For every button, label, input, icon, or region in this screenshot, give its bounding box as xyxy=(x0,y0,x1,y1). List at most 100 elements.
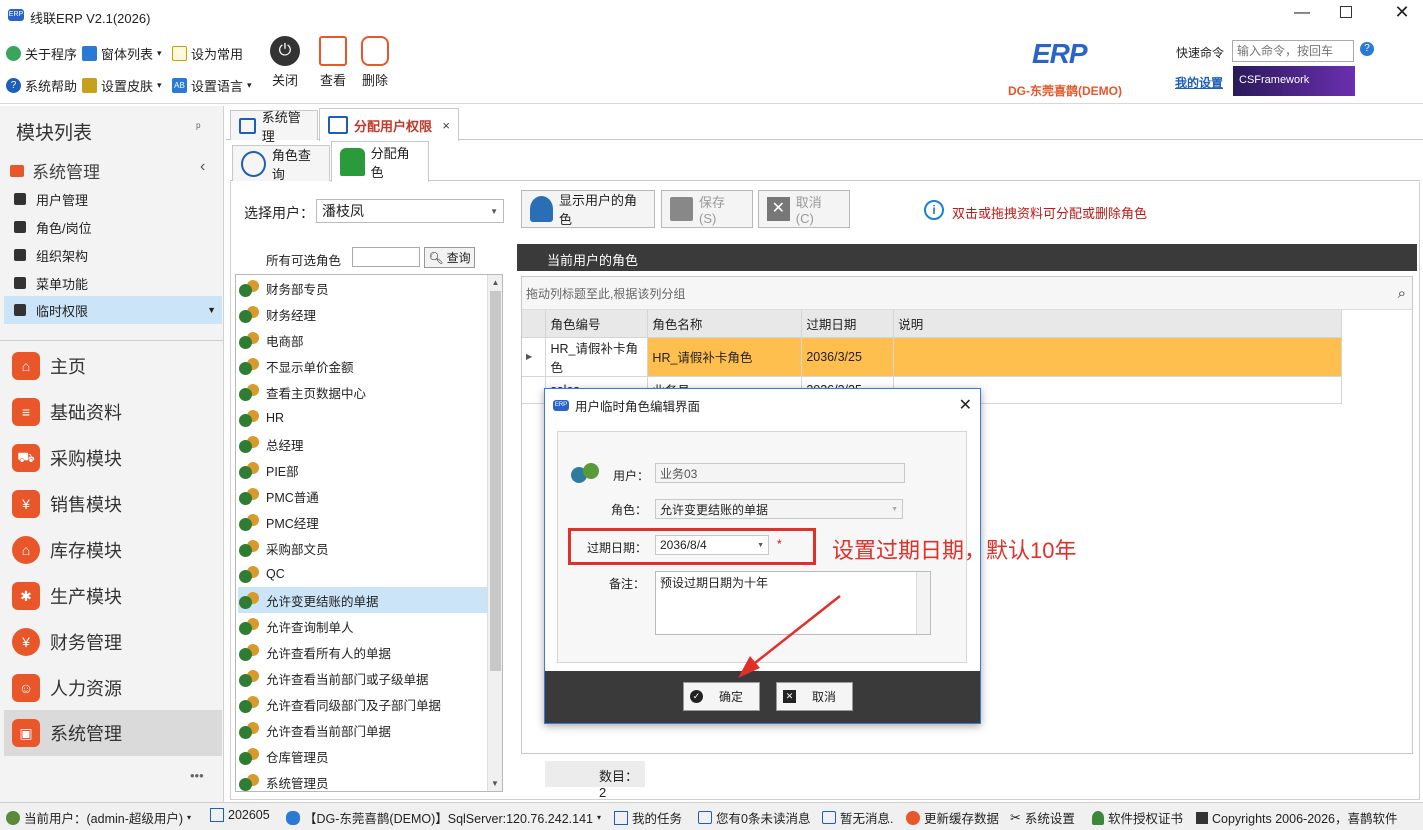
role-list-item[interactable]: HR xyxy=(238,405,488,431)
role-search-icon xyxy=(241,150,266,177)
role-list-item[interactable]: PIE部 xyxy=(238,457,488,483)
status-tasks[interactable]: 我的任务 xyxy=(614,808,682,827)
menu-item-org[interactable]: 组织架构 xyxy=(10,242,220,268)
role-search-input[interactable] xyxy=(352,247,420,267)
module-home[interactable]: ⌂ 主页 xyxy=(12,346,222,386)
available-roles-list[interactable]: 财务部专员 财务经理 电商部 不显示单价金额 查看主页数据中心 HR 总经理 PIE部 PMC普… xyxy=(235,274,503,792)
close-window-icon[interactable]: ✕ xyxy=(1390,2,1414,26)
role-list-item[interactable]: 不显示单价金额 xyxy=(238,353,488,379)
menu-item-menu-function[interactable]: 菜单功能 xyxy=(10,270,220,296)
role-list-item[interactable]: 采购部文员 xyxy=(238,535,488,561)
status-refresh[interactable]: 更新缓存数据 xyxy=(906,808,999,827)
show-user-roles-button[interactable]: 显示用户的角色 xyxy=(521,190,655,228)
role-list-item[interactable]: 允许查看同级部门及子部门单据 xyxy=(238,691,488,717)
module-system[interactable]: ▣ 系统管理 xyxy=(4,710,222,756)
dialog-cancel-button[interactable]: ✕ 取消 xyxy=(776,682,853,711)
role-field[interactable]: 允许变更结账的单据 ▼ xyxy=(655,499,903,519)
note-scrollbar[interactable] xyxy=(916,572,930,634)
help-circle-icon[interactable]: ? xyxy=(1360,42,1374,56)
pin-icon[interactable]: ᵖ xyxy=(196,120,201,134)
framework-banner[interactable]: CSFramework xyxy=(1233,66,1355,96)
current-roles-header: 当前用户的角色 xyxy=(517,244,1417,271)
role-list-item[interactable]: 查看主页数据中心 xyxy=(238,379,488,405)
cancel-button[interactable]: ✕ 取消 (C) xyxy=(758,190,850,228)
cell-note[interactable] xyxy=(893,337,1342,377)
role-list-item[interactable]: PMC普通 xyxy=(238,483,488,509)
module-hr[interactable]: ☺ 人力资源 xyxy=(12,668,222,708)
collapse-chevron-icon[interactable]: ‹ xyxy=(200,158,205,176)
user-field[interactable]: 业务03 xyxy=(655,463,905,483)
list-scrollbar[interactable]: ▲ ▼ xyxy=(487,275,502,791)
role-list-item[interactable]: 仓库管理员 xyxy=(238,743,488,769)
role-users-icon xyxy=(238,382,260,402)
set-common-button[interactable]: 设为常用 xyxy=(172,44,243,63)
skin-button[interactable]: 设置皮肤 ▾ xyxy=(82,76,162,95)
status-license[interactable]: 软件授权证书 xyxy=(1092,808,1183,827)
language-button[interactable]: AB 设置语言 ▾ xyxy=(172,76,252,95)
table-row[interactable]: ▶ HR_请假补卡角色 HR_请假补卡角色 2036/3/25 xyxy=(522,337,1342,377)
module-production[interactable]: ✱ 生产模块 xyxy=(12,576,222,616)
column-header[interactable]: 说明 xyxy=(893,310,1342,338)
role-list-item[interactable]: 允许变更结账的单据 xyxy=(238,587,488,613)
cell-code[interactable]: HR_请假补卡角色 xyxy=(545,337,649,377)
view-button[interactable]: 查看 xyxy=(316,36,350,89)
tab-system-management[interactable]: 系统管理 xyxy=(230,110,318,144)
dialog-close-icon[interactable]: ✕ xyxy=(959,395,972,415)
module-finance[interactable]: ¥ 财务管理 xyxy=(12,622,222,662)
about-button[interactable]: 关于程序 xyxy=(6,44,77,63)
tab-assign-permission[interactable]: 分配用户权限 × xyxy=(319,108,459,141)
role-list-item[interactable]: PMC经理 xyxy=(238,509,488,535)
group-panel[interactable]: 拖动列标题至此,根据该列分组 ⌕ xyxy=(522,277,1412,310)
section-system-management[interactable]: 系统管理 xyxy=(10,158,100,183)
role-list-item[interactable]: 允许查看当前部门单据 xyxy=(238,717,488,743)
role-list-item[interactable]: 财务经理 xyxy=(238,301,488,327)
role-list-item[interactable]: 总经理 xyxy=(238,431,488,457)
menu-item-temp-permission[interactable]: 临时权限 ▼ xyxy=(4,296,222,324)
column-header[interactable]: 过期日期 xyxy=(801,310,895,338)
status-period[interactable]: 202605 xyxy=(210,808,270,822)
check-icon: ✓ xyxy=(690,690,703,703)
status-user[interactable]: 当前用户：(admin-超级用户) ▾ xyxy=(6,808,191,827)
quick-cmd-input[interactable] xyxy=(1232,40,1354,62)
menu-item-roles[interactable]: 角色/岗位 xyxy=(10,214,220,240)
cell-date[interactable]: 2036/3/25 xyxy=(801,337,895,377)
cube-icon xyxy=(14,277,26,289)
status-unread[interactable]: 您有0条未读消息 xyxy=(698,808,810,827)
module-basic-data[interactable]: ≡ 基础资料 xyxy=(12,392,222,432)
column-header[interactable]: 角色编号 xyxy=(545,310,649,338)
my-settings-link[interactable]: 我的设置 xyxy=(1175,74,1223,91)
close-tab-icon[interactable]: × xyxy=(442,118,450,133)
role-list-item[interactable]: 系统管理员 xyxy=(238,769,488,791)
role-list-item[interactable]: 允许查看所有人的单据 xyxy=(238,639,488,665)
grid-search-icon[interactable]: ⌕ xyxy=(1398,285,1406,302)
module-purchase[interactable]: ⛟ 采购模块 xyxy=(12,438,222,478)
select-user-dropdown[interactable]: 潘枝凤 ▼ xyxy=(316,199,504,223)
role-list-item[interactable]: 电商部 xyxy=(238,327,488,353)
module-inventory[interactable]: ⌂ 库存模块 xyxy=(12,530,222,570)
tab-role-query[interactable]: 角色查询 xyxy=(232,145,330,182)
help-button[interactable]: ? 系统帮助 xyxy=(6,76,77,95)
role-list-item[interactable]: QC xyxy=(238,561,488,587)
column-header[interactable]: 角色名称 xyxy=(647,310,803,338)
status-db[interactable]: 【DG-东莞喜鹊(DEMO)】SqlServer:120.76.242.141 ▾ xyxy=(286,808,601,827)
cell-name[interactable]: HR_请假补卡角色 xyxy=(647,337,803,377)
menu-item-label: 临时权限 xyxy=(36,303,89,319)
ok-button[interactable]: ✓ 确定 xyxy=(683,682,760,711)
role-list-item[interactable]: 允许查看当前部门或子级单据 xyxy=(238,665,488,691)
role-list-item[interactable]: 财务部专员 xyxy=(238,275,488,301)
status-settings[interactable]: ✂ 系统设置 xyxy=(1010,808,1075,827)
more-icon[interactable]: ••• xyxy=(190,768,204,783)
module-sales[interactable]: ¥ 销售模块 xyxy=(12,484,222,524)
role-query-button[interactable]: 🔍︎ 查询 xyxy=(424,247,475,268)
delete-button[interactable]: 删除 xyxy=(358,36,392,89)
tab-assign-role[interactable]: 分配角色 xyxy=(331,141,429,182)
save-button[interactable]: 保存 (S) xyxy=(661,190,753,228)
menu-item-user-management[interactable]: 用户管理 xyxy=(10,186,220,212)
maximize-icon[interactable] xyxy=(1340,6,1352,18)
close-button[interactable]: ⏻ 关闭 xyxy=(268,36,302,89)
role-list-item[interactable]: 允许查询制单人 xyxy=(238,613,488,639)
status-nomsg[interactable]: 暂无消息. xyxy=(822,808,893,827)
group-hint-text: 拖动列标题至此,根据该列分组 xyxy=(526,286,686,301)
minimize-icon[interactable]: — xyxy=(1290,4,1314,28)
window-list-button[interactable]: 窗体列表 ▾ xyxy=(82,44,162,63)
